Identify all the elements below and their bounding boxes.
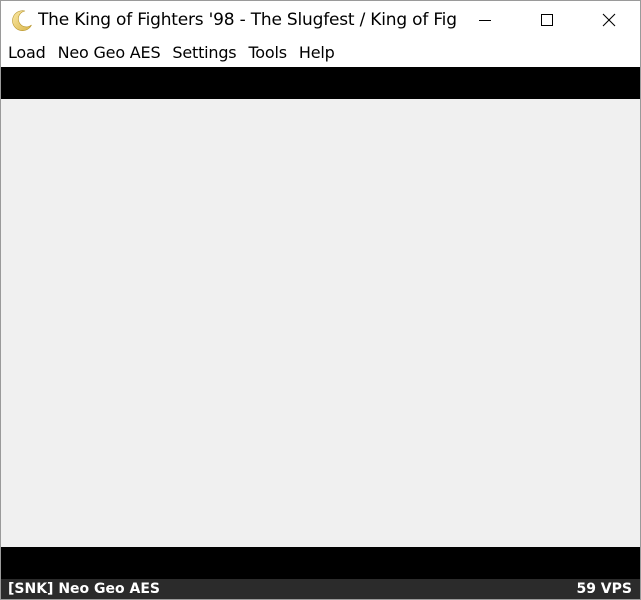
crescent-moon-icon[interactable] xyxy=(11,9,33,31)
menu-settings[interactable]: Settings xyxy=(166,39,242,67)
screen-letterbox-top xyxy=(1,67,640,99)
close-button[interactable] xyxy=(578,1,640,39)
maximize-button[interactable] xyxy=(516,1,578,39)
emulator-window: The King of Fighters '98 - The Slugfest … xyxy=(0,0,641,600)
maximize-icon xyxy=(541,14,553,26)
menu-tools[interactable]: Tools xyxy=(242,39,292,67)
status-bar: [SNK] Neo Geo AES 59 VPS xyxy=(1,579,640,599)
status-system: [SNK] Neo Geo AES xyxy=(8,581,160,597)
menu-help[interactable]: Help xyxy=(293,39,341,67)
window-title: The King of Fighters '98 - The Slugfest … xyxy=(38,10,458,30)
title-bar[interactable]: The King of Fighters '98 - The Slugfest … xyxy=(1,1,640,39)
menu-neo-geo-aes[interactable]: Neo Geo AES xyxy=(52,39,167,67)
screen-letterbox-bottom xyxy=(1,547,640,579)
game-viewport[interactable] xyxy=(1,99,640,547)
caption-buttons xyxy=(454,1,640,39)
minimize-button[interactable] xyxy=(454,1,516,39)
status-fps: 59 VPS xyxy=(576,581,632,597)
close-icon xyxy=(602,13,616,27)
menu-bar: Load Neo Geo AES Settings Tools Help xyxy=(1,39,640,67)
menu-load[interactable]: Load xyxy=(2,39,52,67)
minimize-icon xyxy=(479,20,491,21)
